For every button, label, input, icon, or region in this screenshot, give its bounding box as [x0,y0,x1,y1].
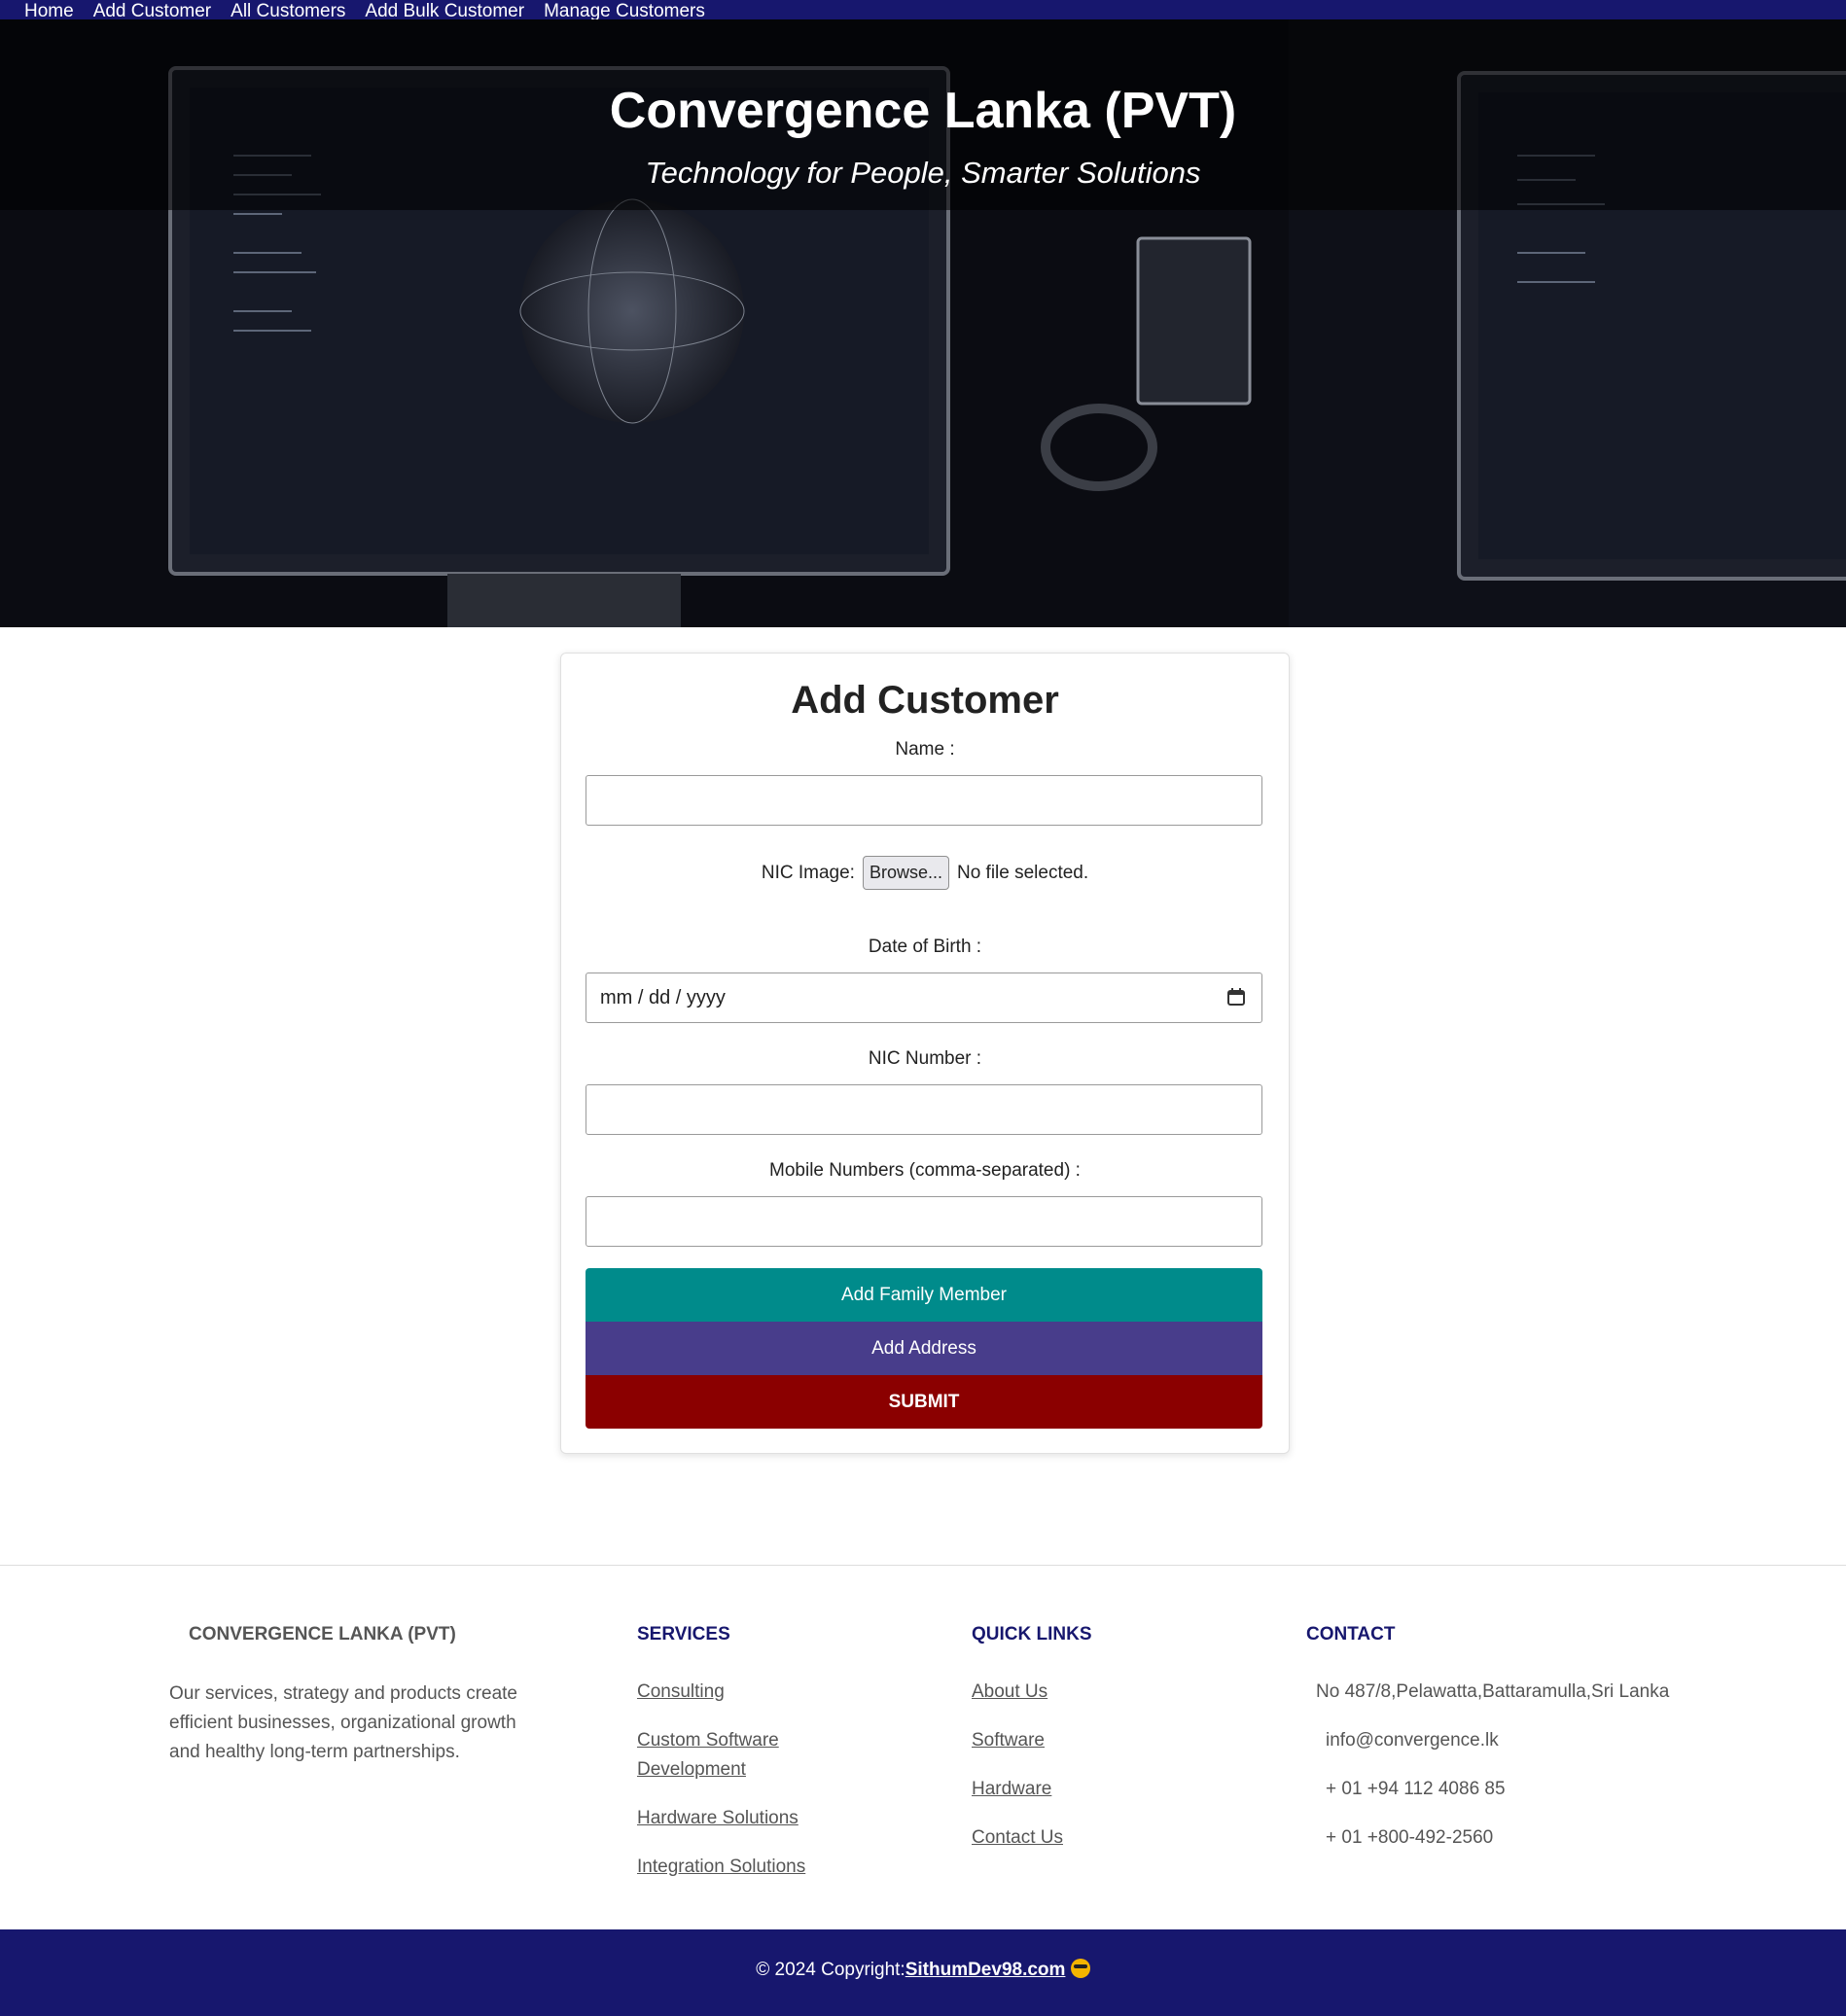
name-input[interactable] [586,775,1262,826]
add-customer-form: Add Customer Name : NIC Image: Browse...… [560,653,1290,1454]
footer-description: Our services, strategy and products crea… [169,1683,517,1762]
nic-number-label: NIC Number : [868,1048,982,1069]
footer-quick-links-title: QUICK LINKS [972,1624,1092,1645]
footer-contact-title: CONTACT [1306,1624,1396,1645]
copyright-text: © 2024 Copyright:SithumDev98.com [0,1959,1846,1981]
footer-link-hardware[interactable]: Hardware [972,1775,1051,1804]
submit-button[interactable]: SUBMIT [586,1375,1262,1429]
copyright-prefix: © 2024 Copyright: [756,1960,905,1980]
nic-image-row: NIC Image: Browse... No file selected. [561,856,1289,890]
footer-link-software[interactable]: Software [972,1726,1045,1755]
footer-address: No 487/8,Pelawatta,Battaramulla,Sri Lank… [1316,1681,1670,1702]
footer-services-title: SERVICES [637,1624,730,1645]
calendar-icon[interactable] [1226,987,1246,1007]
browse-file-button[interactable]: Browse... [862,856,949,890]
footer-link-custom-software[interactable]: Custom Software Development [637,1726,832,1785]
nic-image-label: NIC Image: [761,862,855,883]
sunglasses-emoji-icon [1070,1959,1090,1978]
add-family-member-button[interactable]: Add Family Member [586,1268,1262,1322]
name-label: Name : [895,739,955,760]
date-of-birth-input[interactable]: mm / dd / yyyy [586,973,1262,1023]
date-of-birth-label: Date of Birth : [868,937,982,957]
footer-link-contact-us[interactable]: Contact Us [972,1823,1063,1853]
footer-link-about-us[interactable]: About Us [972,1678,1047,1707]
file-status-text: No file selected. [956,862,1089,883]
hero-title: Convergence Lanka (PVT) [609,83,1237,139]
footer-link-consulting[interactable]: Consulting [637,1678,725,1707]
hero-banner: Convergence Lanka (PVT) Technology for P… [0,19,1846,627]
date-placeholder: mm / dd / yyyy [600,987,726,1008]
mobile-numbers-input[interactable] [586,1196,1262,1247]
mobile-numbers-label: Mobile Numbers (comma-separated) : [769,1160,1081,1181]
hero-subtitle: Technology for People, Smarter Solutions [645,156,1201,190]
footer-link-integration-solutions[interactable]: Integration Solutions [637,1853,805,1882]
footer-link-hardware-solutions[interactable]: Hardware Solutions [637,1804,799,1833]
footer-phone-2: + 01 +800-492-2560 [1326,1827,1494,1848]
nic-number-input[interactable] [586,1084,1262,1135]
copyright-bar: © 2024 Copyright:SithumDev98.com [0,1929,1846,2016]
copyright-link[interactable]: SithumDev98.com [905,1960,1066,1980]
footer-brand: CONVERGENCE LANKA (PVT) [189,1624,456,1645]
footer-phone-1: + 01 +94 112 4086 85 [1326,1779,1506,1799]
footer-email: info@convergence.lk [1326,1730,1499,1751]
add-address-button[interactable]: Add Address [586,1322,1262,1375]
form-title: Add Customer [791,679,1059,722]
footer-divider [0,1565,1846,1566]
